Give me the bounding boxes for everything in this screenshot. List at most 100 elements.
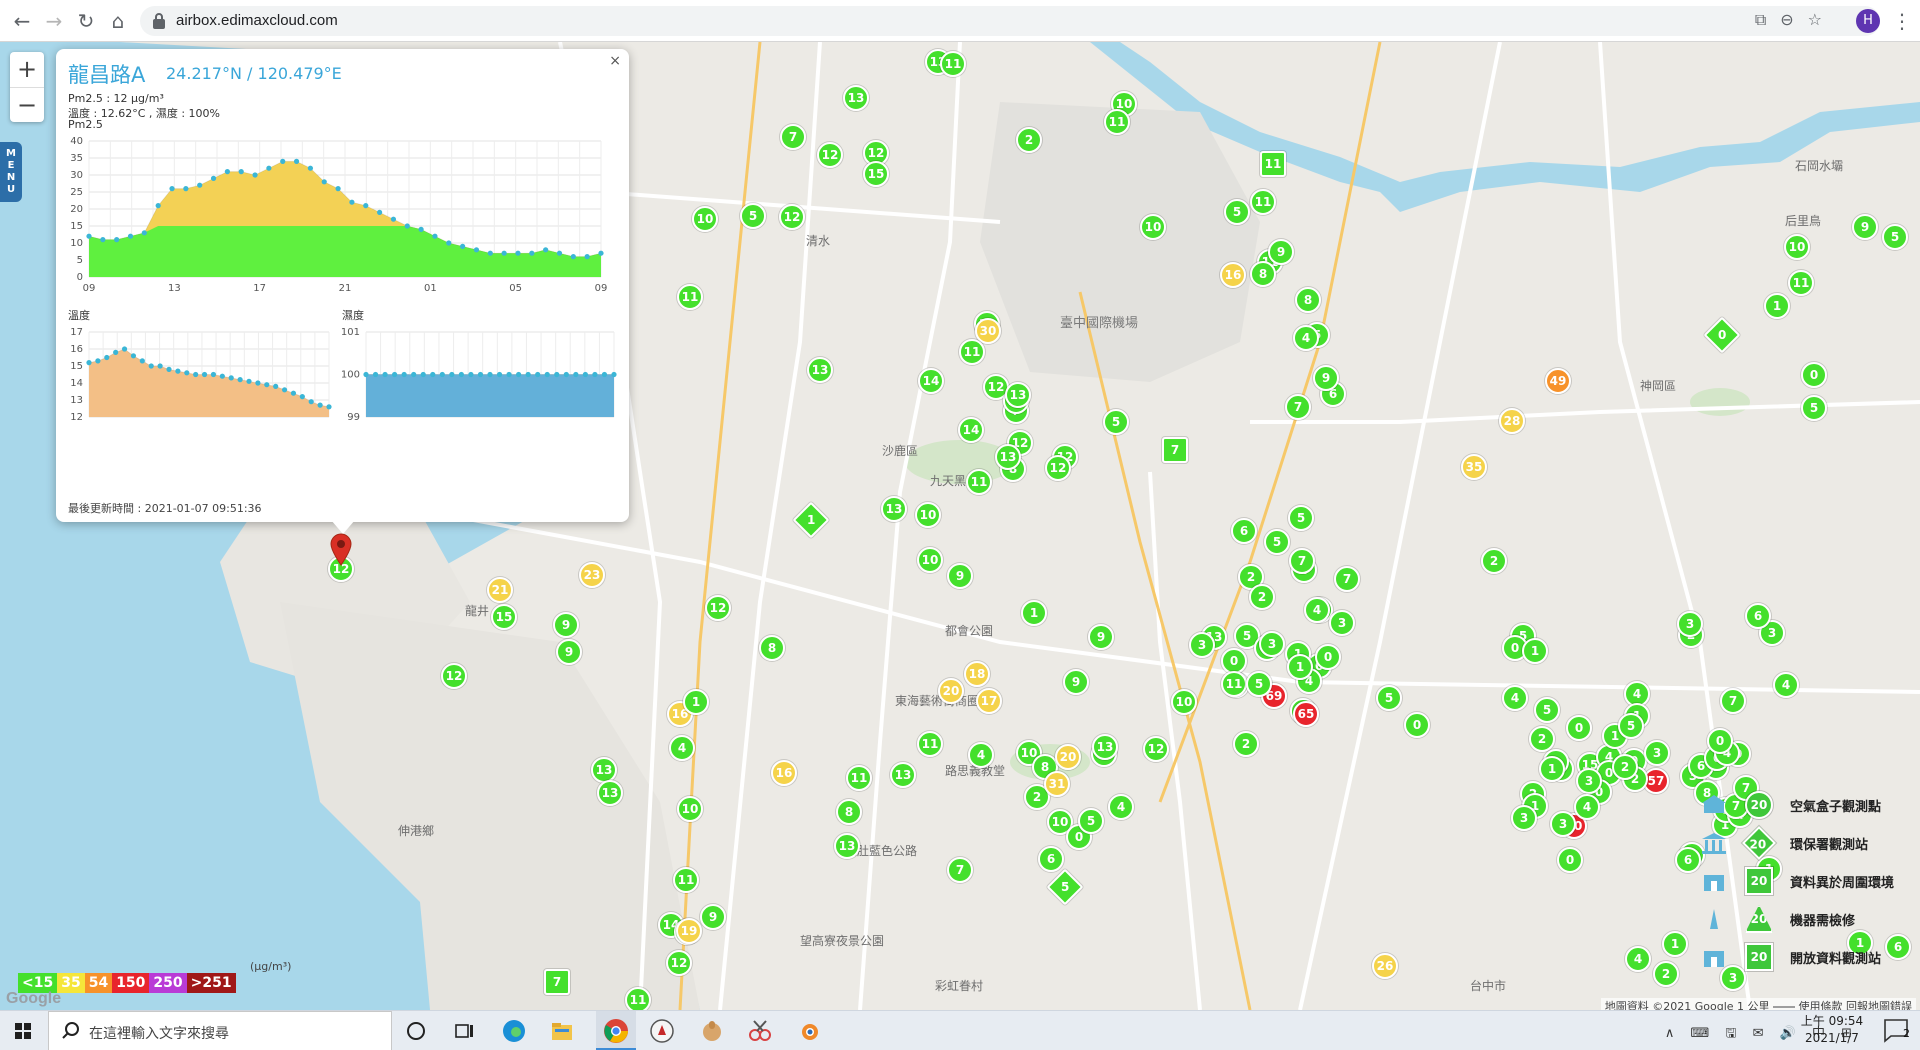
epa-station-marker[interactable]: 0 <box>1703 316 1741 354</box>
station-marker[interactable]: 13 <box>834 833 860 859</box>
station-marker[interactable]: 12 <box>666 950 692 976</box>
station-marker[interactable]: 4 <box>1304 597 1330 623</box>
station-marker[interactable]: 3 <box>1511 805 1537 831</box>
station-marker[interactable]: 3 <box>1576 768 1602 794</box>
station-marker[interactable]: 2 <box>1016 127 1042 153</box>
station-marker[interactable]: 10 <box>1171 689 1197 715</box>
station-marker[interactable]: 5 <box>1882 224 1908 250</box>
station-marker[interactable]: 11 <box>959 339 985 365</box>
cortana-icon[interactable] <box>402 1017 430 1045</box>
taskbar-search[interactable]: 在這裡輸入文字來搜尋 <box>48 1011 392 1050</box>
station-marker[interactable]: 5 <box>1246 671 1272 697</box>
app-icon-blender[interactable] <box>794 1017 822 1045</box>
station-marker[interactable]: 1 <box>1764 293 1790 319</box>
open-data-marker[interactable]: 11 <box>1260 151 1286 177</box>
app-icon-snipping[interactable] <box>746 1017 774 1045</box>
station-marker[interactable]: 6 <box>1231 518 1257 544</box>
station-marker[interactable]: 17 <box>976 688 1002 714</box>
station-marker[interactable]: 11 <box>917 731 943 757</box>
station-marker[interactable]: 4 <box>669 735 695 761</box>
station-marker[interactable]: 0 <box>1707 728 1733 754</box>
station-marker[interactable]: 10 <box>1784 234 1810 260</box>
station-marker[interactable]: 12 <box>441 663 467 689</box>
station-marker[interactable]: 6 <box>1745 603 1771 629</box>
station-marker[interactable]: 5 <box>740 203 766 229</box>
station-marker[interactable]: 20 <box>1055 744 1081 770</box>
station-marker[interactable]: 1 <box>1522 638 1548 664</box>
station-marker[interactable]: 11 <box>940 51 966 77</box>
station-marker[interactable]: 2 <box>1612 754 1638 780</box>
station-marker[interactable]: 4 <box>1502 685 1528 711</box>
task-view-icon[interactable] <box>450 1017 478 1045</box>
station-marker[interactable]: 11 <box>673 867 699 893</box>
station-marker[interactable]: 35 <box>1461 454 1487 480</box>
station-marker[interactable]: 7 <box>1285 394 1311 420</box>
station-marker[interactable]: 12 <box>817 142 843 168</box>
station-marker[interactable]: 16 <box>1220 262 1246 288</box>
file-explorer-icon[interactable] <box>548 1017 576 1045</box>
station-marker[interactable]: 11 <box>1250 189 1276 215</box>
station-marker[interactable]: 15 <box>491 604 517 630</box>
station-marker[interactable]: 13 <box>890 762 916 788</box>
station-marker[interactable]: 7 <box>947 857 973 883</box>
map-attribution[interactable]: 地圖資料 ©2021 Google 1 公里 ⎯⎯⎯⎯ 使用條款 回報地圖錯誤 <box>1600 998 1916 1010</box>
station-marker[interactable]: 11 <box>1788 270 1814 296</box>
station-marker[interactable]: 14 <box>918 368 944 394</box>
notification-center-icon[interactable]: 2 <box>1882 1017 1912 1045</box>
station-marker[interactable]: 2 <box>1233 731 1259 757</box>
station-marker[interactable]: 13 <box>591 757 617 783</box>
zoom-out-button[interactable]: − <box>10 87 44 122</box>
station-marker[interactable]: 5 <box>1288 505 1314 531</box>
open-data-marker[interactable]: 7 <box>544 969 570 995</box>
profile-avatar[interactable]: H <box>1856 9 1880 33</box>
station-marker[interactable]: 4 <box>1625 946 1651 972</box>
station-marker[interactable]: 12 <box>779 204 805 230</box>
station-marker[interactable]: 11 <box>1104 109 1130 135</box>
app-icon-hand[interactable] <box>698 1017 726 1045</box>
station-marker[interactable]: 16 <box>771 760 797 786</box>
station-marker[interactable]: 0 <box>1557 847 1583 873</box>
station-marker[interactable]: 11 <box>625 987 651 1010</box>
station-marker[interactable]: 18 <box>964 661 990 687</box>
map-canvas[interactable]: 臺中國際機場 沙鹿區 九天黑森林 神岡區 都會公園 東海藝術街商圈 路思義教堂 大肚藍色公路伸… <box>0 42 1920 1010</box>
station-marker[interactable]: 2 <box>1481 548 1507 574</box>
station-marker[interactable]: 10 <box>915 502 941 528</box>
station-marker[interactable]: 3 <box>1644 740 1670 766</box>
station-marker[interactable]: 5 <box>1534 697 1560 723</box>
station-marker[interactable]: 4 <box>1108 794 1134 820</box>
station-marker[interactable]: 5 <box>1801 395 1827 421</box>
station-marker[interactable]: 13 <box>881 496 907 522</box>
station-marker[interactable]: 2 <box>1529 726 1555 752</box>
station-marker[interactable]: 11 <box>966 469 992 495</box>
station-marker[interactable]: 31 <box>1044 771 1070 797</box>
station-marker[interactable]: 13 <box>843 85 869 111</box>
reload-icon[interactable]: ↻ <box>72 7 100 35</box>
station-marker[interactable]: 5 <box>1103 409 1129 435</box>
station-marker[interactable]: 3 <box>1189 632 1215 658</box>
station-marker[interactable]: 10 <box>1140 214 1166 240</box>
station-marker[interactable]: 8 <box>1295 287 1321 313</box>
station-marker[interactable]: 2 <box>1653 961 1679 987</box>
station-marker[interactable]: 21 <box>487 577 513 603</box>
station-marker[interactable]: 3 <box>1329 610 1355 636</box>
station-marker[interactable]: 7 <box>1720 688 1746 714</box>
station-marker[interactable]: 13 <box>1005 382 1031 408</box>
epa-station-marker[interactable]: 1 <box>792 501 830 539</box>
forward-icon[interactable]: → <box>40 7 68 35</box>
station-marker[interactable]: 4 <box>1293 325 1319 351</box>
zoom-in-button[interactable]: + <box>10 52 44 87</box>
station-marker[interactable]: 13 <box>597 780 623 806</box>
station-marker[interactable]: 20 <box>938 678 964 704</box>
station-marker[interactable]: 5 <box>1376 685 1402 711</box>
station-marker[interactable]: 26 <box>1372 953 1398 979</box>
station-marker[interactable]: 11 <box>677 284 703 310</box>
clock[interactable]: 上午 09:54 2021/1/7 <box>1792 1013 1872 1047</box>
edge-icon[interactable] <box>500 1017 528 1045</box>
station-marker[interactable]: 1 <box>1662 931 1688 957</box>
station-marker[interactable]: 7 <box>1334 566 1360 592</box>
station-marker[interactable]: 28 <box>1499 408 1525 434</box>
station-marker[interactable]: 0 <box>1404 712 1430 738</box>
station-marker[interactable]: 15 <box>863 161 889 187</box>
station-marker[interactable]: 23 <box>579 562 605 588</box>
station-marker[interactable]: 5 <box>1078 808 1104 834</box>
